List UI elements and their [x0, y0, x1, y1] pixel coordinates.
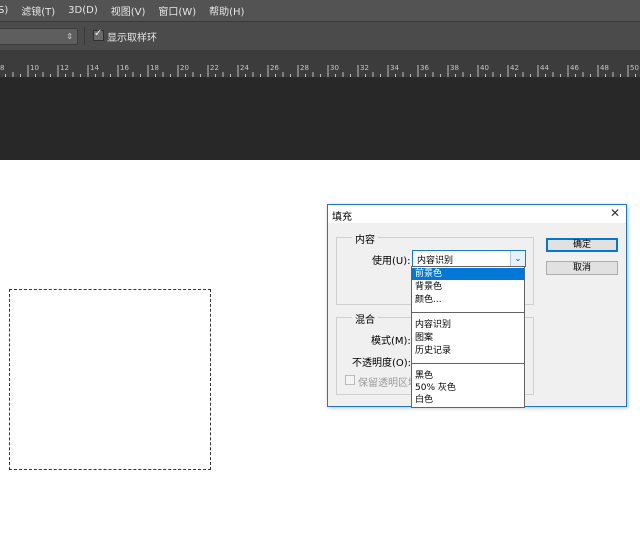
chevron-down-icon[interactable]: ⌄ [510, 251, 525, 266]
tab-strip [0, 50, 640, 63]
ruler-tick-label: 38 [450, 64, 459, 72]
ok-button[interactable]: 确定 [546, 238, 618, 252]
preserve-transparency-label: 保留透明区域 [358, 378, 418, 389]
ruler-tick-label: 40 [480, 64, 489, 72]
ruler-tick-label: 32 [360, 64, 369, 72]
ruler-tick-label: 22 [210, 64, 219, 72]
ruler-tick-label: 42 [510, 64, 519, 72]
ruler-tick-label: 8 [0, 64, 5, 72]
opacity-label: 不透明度(O): [352, 358, 412, 369]
dropdown-option-foreground[interactable]: 前景色 [412, 268, 524, 280]
options-separator [84, 27, 85, 45]
ruler-tick-label: 46 [570, 64, 579, 72]
ruler-tick-label: 30 [330, 64, 339, 72]
cancel-button[interactable]: 取消 [546, 261, 618, 275]
show-sample-ring-checkbox[interactable]: ✓ [93, 28, 104, 41]
blend-legend: 混合 [352, 311, 378, 326]
ruler-tick-label: 28 [300, 64, 309, 72]
dialog-titlebar[interactable]: 填充 ✕ [328, 205, 626, 223]
ruler-tick-label: 24 [240, 64, 249, 72]
dialog-title: 填充 [332, 212, 352, 223]
ruler-tick-label: 14 [90, 64, 99, 72]
show-sample-ring-label: 显示取样环 [107, 33, 157, 44]
ruler-tick-label: 36 [420, 64, 429, 72]
ruler-tick-label: 16 [120, 64, 129, 72]
ruler-tick-label: 34 [390, 64, 399, 72]
ruler-tick-label: 26 [270, 64, 279, 72]
dropdown-option-pattern[interactable]: 图案 [412, 332, 524, 344]
dropdown-separator [412, 363, 524, 364]
menu-item-view[interactable]: 视图(V) [111, 3, 146, 18]
menu-item-select[interactable]: S) [0, 5, 8, 16]
use-label: 使用(U): [372, 256, 411, 267]
mode-label: 模式(M): [371, 336, 411, 347]
ruler-tick-label: 44 [540, 64, 549, 72]
menu-bar: S) 滤镜(T) 3D(D) 视图(V) 窗口(W) 帮助(H) [0, 0, 640, 21]
close-icon[interactable]: ✕ [610, 206, 620, 220]
use-combobox[interactable]: 内容识别 ⌄ [412, 250, 526, 267]
ruler-tick-label: 50 [630, 64, 639, 72]
ruler-tick-label: 12 [60, 64, 69, 72]
sample-size-select[interactable]: ⇕ [0, 28, 78, 45]
options-bar: ⇕ ✓ 显示取样环 [0, 21, 640, 51]
content-legend: 内容 [352, 231, 378, 246]
updown-arrow-icon: ⇕ [66, 32, 73, 41]
dropdown-option-black[interactable]: 黑色 [412, 370, 524, 382]
dropdown-option-background[interactable]: 背景色 [412, 281, 524, 293]
dropdown-option-content-aware[interactable]: 内容识别 [412, 319, 524, 331]
pasteboard [0, 78, 640, 160]
preserve-transparency-checkbox[interactable] [345, 375, 355, 385]
use-combobox-value: 内容识别 [417, 256, 454, 266]
menu-item-window[interactable]: 窗口(W) [158, 3, 196, 18]
dropdown-option-white[interactable]: 白色 [412, 394, 524, 406]
ruler-tick-label: 20 [180, 64, 189, 72]
dropdown-option-gray[interactable]: 50% 灰色 [412, 382, 524, 394]
dropdown-option-color[interactable]: 颜色... [412, 294, 524, 306]
ruler-tick-label: 10 [30, 64, 39, 72]
use-dropdown-list: 前景色 背景色 颜色... 内容识别 图案 历史记录 黑色 50% 灰色 白色 [411, 266, 525, 408]
menu-item-3d[interactable]: 3D(D) [68, 5, 98, 16]
horizontal-ruler[interactable]: 8 10 12 14 16 18 20 22 24 26 28 30 32 34 36 38 40 42 44 46 4… [0, 63, 640, 78]
menu-item-filter[interactable]: 滤镜(T) [21, 3, 55, 18]
ruler-tick-label: 18 [150, 64, 159, 72]
selection-marquee [9, 289, 211, 470]
dropdown-option-history[interactable]: 历史记录 [412, 345, 524, 357]
checkmark-icon: ✓ [94, 28, 103, 39]
dropdown-separator [412, 312, 524, 313]
ruler-tick-label: 48 [600, 64, 609, 72]
menu-item-help[interactable]: 帮助(H) [209, 3, 244, 18]
